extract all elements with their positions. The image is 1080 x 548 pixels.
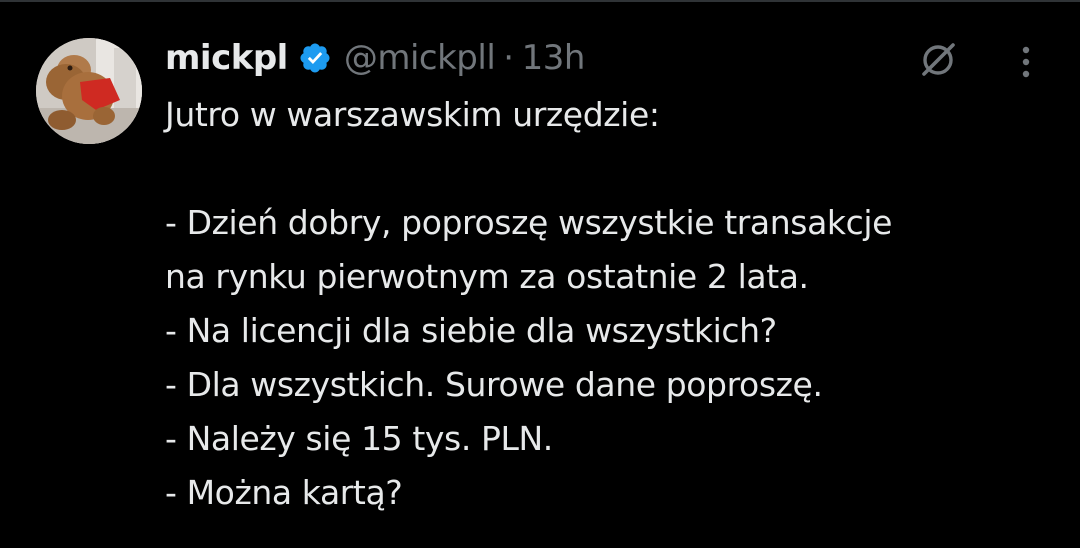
tweet-line: - Należy się 15 tys. PLN.: [165, 419, 553, 458]
tweet-line: - Dla wszystkich. Surowe dane poproszę.: [165, 365, 823, 404]
display-name[interactable]: mickpl: [165, 38, 288, 78]
verified-badge-icon: [298, 41, 332, 75]
user-handle[interactable]: @mickpll: [344, 38, 496, 78]
grok-icon: [922, 43, 955, 76]
avatar-image: [36, 38, 142, 144]
tweet-line: Jutro w warszawskim urzędzie:: [165, 95, 660, 134]
separator-dot: ·: [503, 38, 514, 78]
tweet[interactable]: mickpl @mickpll · 13h Jutro w warszawski…: [0, 0, 1080, 548]
tweet-line: - Można kartą?: [165, 473, 403, 512]
timestamp[interactable]: 13h: [522, 38, 586, 78]
tweet-line: - Dzień dobry, poproszę wszystkie transa…: [165, 203, 893, 242]
more-options-icon: [1022, 46, 1030, 78]
tweet-line: na rynku pierwotnym za ostatnie 2 lata.: [165, 257, 809, 296]
tweet-text: Jutro w warszawskim urzędzie: - Dzień do…: [165, 88, 1055, 520]
grok-button[interactable]: [912, 36, 964, 84]
avatar[interactable]: [36, 38, 142, 144]
tweet-line: - Na licencji dla siebie dla wszystkich?: [165, 311, 777, 350]
tweet-header: mickpl @mickpll · 13h: [165, 34, 585, 82]
more-options-button[interactable]: [1008, 38, 1044, 86]
